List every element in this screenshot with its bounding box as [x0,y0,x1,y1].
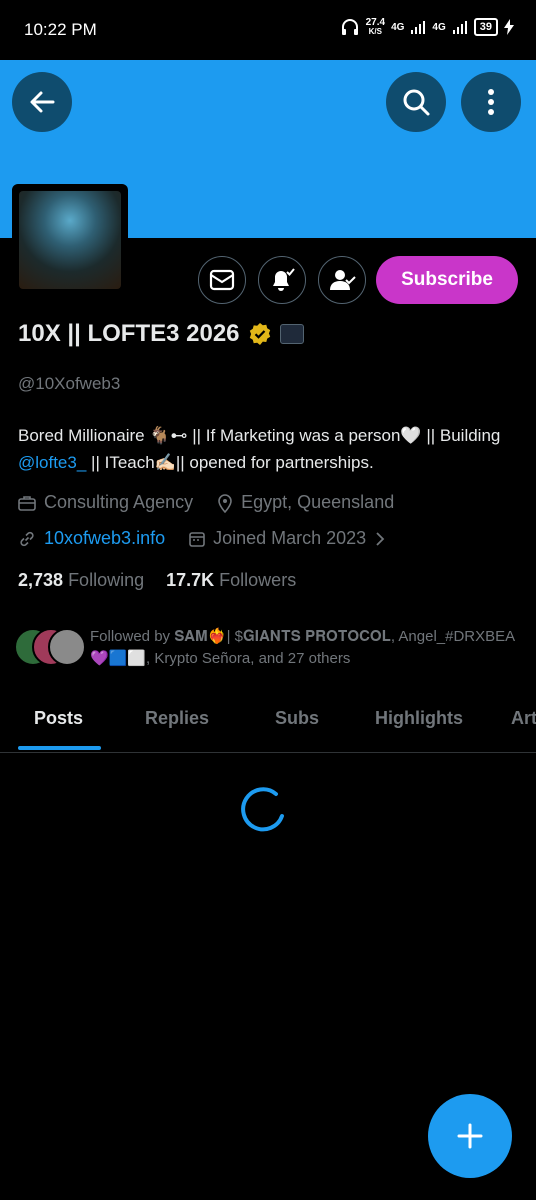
profile-bio: Bored Millionaire 🐐⊷ || If Marketing was… [18,426,501,472]
plus-icon [457,1123,483,1149]
followed-by-text[interactable]: Followed by 𝐒𝐀𝐌❤️‍🔥| $𝐆𝐈𝐀𝐍𝐓𝐒 𝐏𝐑𝐎𝐓𝐎𝐂𝐎𝐋, A… [90,626,520,670]
briefcase-icon [18,495,36,511]
profile-category: Consulting Agency Egypt, Queensland [18,492,394,513]
status-time: 10:22 PM [24,20,97,39]
person-check-icon [330,270,356,290]
followers-stat[interactable]: 17.7K Followers [166,570,296,591]
chevron-right-icon[interactable] [374,531,386,547]
profile-links-row: 10xofweb3.info Joined March 2023 [18,528,386,549]
status-bar: 10:22 PM 27.4 K/S 4G 4G 39 [0,0,536,60]
compose-button[interactable] [428,1094,512,1178]
verified-badge-icon[interactable] [248,322,272,346]
signal-icon [452,21,467,34]
search-icon [403,89,430,116]
tab-subs[interactable]: Subs [275,708,319,729]
search-button[interactable] [386,72,446,132]
avatar-image [19,191,121,289]
battery-icon: 39 [473,18,498,36]
profile-joined: Joined March 2023 [213,528,367,548]
profile-name: 10X || LOFTE3 2026 [18,320,240,347]
tab-posts[interactable]: Posts [34,708,83,729]
bell-check-icon [273,268,295,291]
profile-website-link[interactable]: 10xofweb3.info [44,528,165,549]
arrow-left-icon [30,91,55,113]
profile-location: Egypt, Queensland [241,492,395,512]
followed-by-avatars[interactable] [14,628,86,666]
tab-replies[interactable]: Replies [145,708,209,729]
affiliate-badge-icon[interactable] [279,324,304,344]
back-button[interactable] [12,72,72,132]
notifications-button[interactable] [258,256,306,304]
message-button[interactable] [198,256,246,304]
charging-icon [504,19,514,35]
active-tab-indicator [18,746,101,750]
avatar [48,628,86,666]
subscribe-button[interactable]: Subscribe [376,256,518,304]
profile-handle: @10Xofweb3 [18,374,121,393]
bio-mention-link[interactable]: @lofte3_ [18,453,86,472]
profile-avatar[interactable] [12,184,128,296]
tab-articles[interactable]: Art [511,708,536,729]
loading-spinner-icon [241,787,284,832]
signal-icon [411,21,426,34]
network-2-label: 4G [432,21,446,33]
following-stat[interactable]: 2,738 Following [18,570,144,591]
following-button[interactable] [318,256,366,304]
status-icons: 27.4 K/S 4G 4G 39 [340,18,514,36]
profile-stats: 2,738 Following 17.7K Followers [18,570,296,591]
profile-name-row: 10X || LOFTE3 2026 [18,320,304,348]
envelope-icon [209,269,235,291]
link-icon [20,531,34,546]
more-button[interactable] [461,72,521,132]
more-vertical-icon [488,89,494,115]
network-1-label: 4G [391,21,405,33]
data-speed: 27.4 K/S [365,17,386,37]
location-pin-icon [218,493,232,513]
headphones-icon [341,19,358,35]
calendar-icon [189,531,205,547]
tab-highlights[interactable]: Highlights [375,708,463,729]
profile-tabs: Posts Replies Subs Highlights Art [0,690,536,753]
